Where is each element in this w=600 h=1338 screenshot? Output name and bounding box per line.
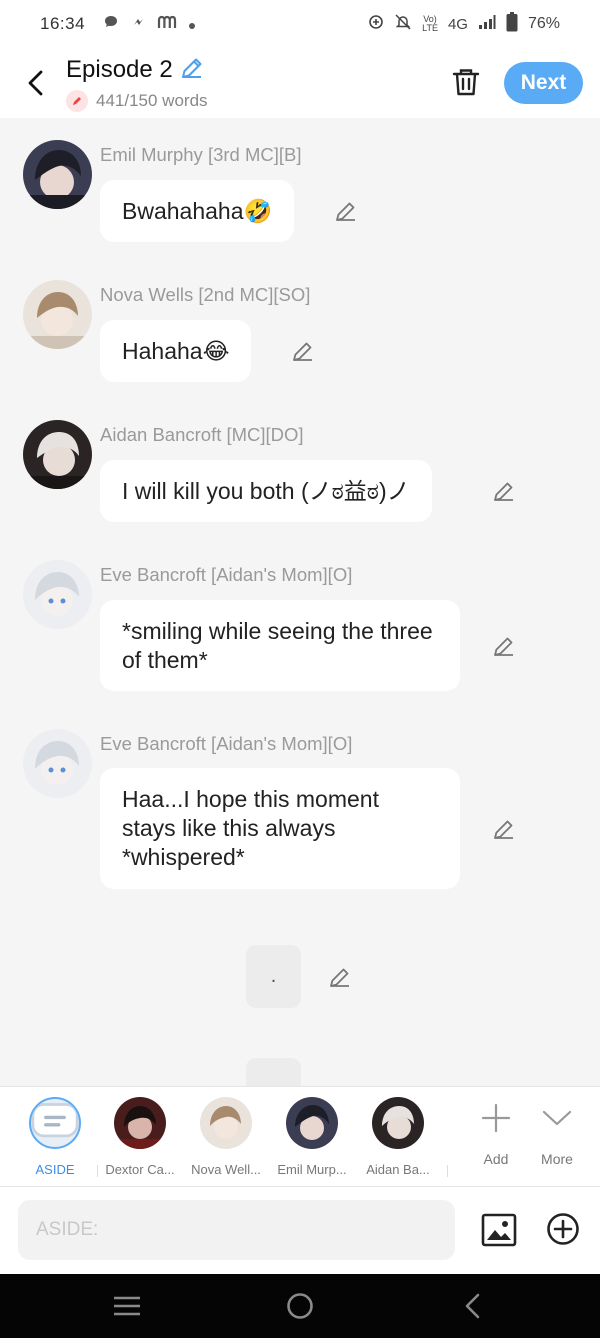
word-count: 441/150 words <box>96 90 208 110</box>
add-label: Add <box>483 1151 509 1167</box>
avatar[interactable] <box>23 729 92 798</box>
pencil-icon <box>494 482 513 501</box>
edit-narration-button[interactable] <box>327 964 353 990</box>
avatar <box>286 1097 338 1149</box>
data-saver-icon <box>368 14 384 34</box>
edit-message-button[interactable] <box>491 633 517 659</box>
character-label: Emil Murp... <box>277 1162 347 1177</box>
character-selector: ASIDE Dextor Ca... Nova Well... Emil Mur… <box>0 1086 600 1186</box>
character-name: Nova Wells [2nd MC][SO] <box>100 284 311 305</box>
character-aidan[interactable]: Aidan Ba... <box>358 1097 438 1177</box>
message-bubble[interactable]: Bwahahaha🤣 <box>100 180 295 242</box>
character-emil[interactable]: Emil Murp... <box>272 1097 352 1177</box>
pencil-icon <box>494 637 513 656</box>
network-type: 4G <box>447 15 468 33</box>
character-label: Aidan Ba... <box>366 1162 430 1177</box>
character-label: Nova Well... <box>191 1162 261 1177</box>
more-characters-button[interactable]: More <box>527 1101 587 1167</box>
message-feed[interactable]: Emil Murphy [3rd MC][B] Bwahahaha🤣 Nova … <box>0 118 600 1086</box>
mute-bell-icon <box>394 13 412 35</box>
battery-level: 76% <box>527 15 560 32</box>
character-name: Eve Bancroft [Aidan's Mom][O] <box>100 733 353 754</box>
edit-message-button[interactable] <box>290 338 316 364</box>
character-name: Aidan Bancroft [MC][DO] <box>100 424 304 445</box>
delete-button[interactable] <box>448 64 484 100</box>
divider <box>447 1165 448 1177</box>
character-nova[interactable]: Nova Well... <box>186 1097 266 1177</box>
system-back-button[interactable] <box>458 1292 488 1320</box>
chevron-down-icon <box>542 1110 572 1126</box>
chat-bubble-icon <box>103 14 119 35</box>
edit-message-button[interactable] <box>491 816 517 842</box>
character-dextor[interactable]: Dextor Ca... <box>100 1097 180 1177</box>
episode-title: Episode 2 <box>66 56 173 83</box>
character-name: Eve Bancroft [Aidan's Mom][O] <box>100 564 353 585</box>
character-name: Emil Murphy [3rd MC][B] <box>100 144 302 165</box>
status-time: 16:34 <box>40 14 86 33</box>
aside-chat-icon <box>31 1103 79 1138</box>
pencil-icon <box>494 820 513 839</box>
battery-icon <box>506 12 518 36</box>
system-nav-bar <box>0 1274 600 1338</box>
narration-bubble[interactable]: . <box>246 945 301 1008</box>
more-label: More <box>541 1151 573 1167</box>
signal-icon <box>478 14 496 34</box>
message-bubble[interactable]: Hahaha😂 <box>100 320 252 382</box>
back-button[interactable] <box>20 68 50 98</box>
aside-avatar <box>29 1097 81 1149</box>
recent-apps-button[interactable] <box>112 1292 142 1320</box>
back-chevron-icon <box>465 1293 480 1319</box>
narration-bubble-partial[interactable] <box>246 1058 301 1086</box>
divider <box>97 1165 98 1177</box>
avatar <box>200 1097 252 1149</box>
dot-icon <box>189 14 196 34</box>
add-content-button[interactable] <box>545 1211 581 1247</box>
image-icon <box>481 1213 517 1247</box>
editor-header: Episode 2 441/150 words Next <box>0 48 600 118</box>
avatar[interactable] <box>23 140 92 209</box>
character-label: Dextor Ca... <box>105 1162 175 1177</box>
composer <box>0 1186 600 1274</box>
add-character-button[interactable]: Add <box>466 1101 526 1167</box>
back-arrow-icon <box>28 70 43 96</box>
avatar[interactable] <box>23 420 92 489</box>
character-aside[interactable]: ASIDE <box>15 1097 95 1177</box>
status-bar: 16:34 Vo) LTE 4G 76% <box>0 0 600 48</box>
message-bubble[interactable]: *smiling while seeing the three of them* <box>100 600 460 691</box>
volte-icon: Vo) LTE <box>422 14 438 33</box>
avatar <box>372 1097 424 1149</box>
pencil-icon <box>293 342 312 361</box>
character-label: ASIDE <box>35 1162 75 1177</box>
m-app-icon <box>157 14 177 35</box>
plus-icon <box>481 1103 511 1133</box>
plus-circle-icon <box>547 1213 579 1245</box>
edit-title-button[interactable] <box>179 55 205 86</box>
message-bubble[interactable]: Haa...I hope this moment stays like this… <box>100 768 460 889</box>
home-button[interactable] <box>285 1292 315 1320</box>
next-button[interactable]: Next <box>504 62 583 104</box>
pencil-icon <box>181 58 202 78</box>
avatar[interactable] <box>23 280 92 349</box>
avatar[interactable] <box>23 560 92 629</box>
pencil-icon <box>330 968 349 987</box>
messenger-icon <box>131 14 145 34</box>
word-count-icon <box>66 89 88 112</box>
home-circle-icon <box>287 1293 313 1319</box>
message-input[interactable] <box>18 1200 455 1260</box>
edit-message-button[interactable] <box>491 478 517 504</box>
insert-image-button[interactable] <box>480 1211 518 1249</box>
pencil-icon <box>336 202 355 221</box>
message-bubble[interactable]: I will kill you both (ノಠ益ಠ)ノ <box>100 460 432 522</box>
edit-message-button[interactable] <box>333 198 359 224</box>
avatar <box>114 1097 166 1149</box>
trash-icon <box>452 69 480 96</box>
menu-icon <box>114 1296 140 1316</box>
